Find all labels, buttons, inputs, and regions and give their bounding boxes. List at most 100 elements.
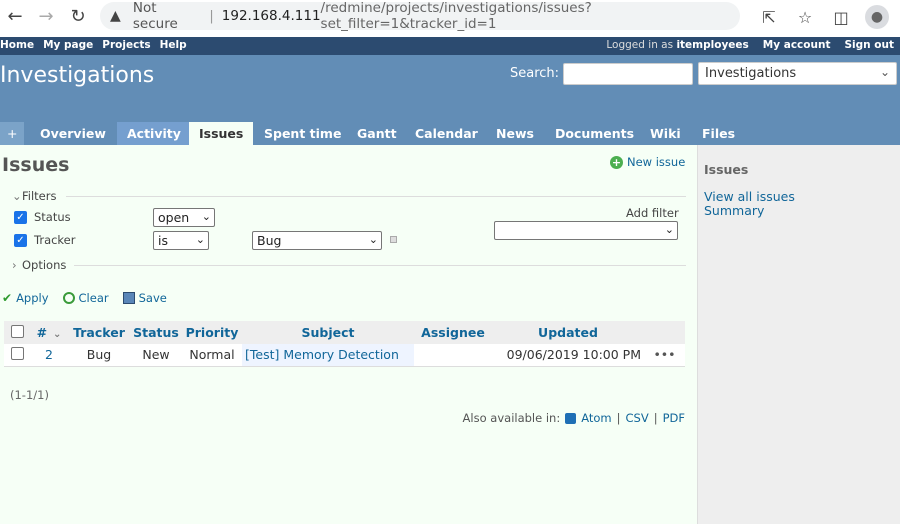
chevron-down-icon: ⌄ xyxy=(368,233,378,246)
toggle-multiselect-icon[interactable] xyxy=(390,236,397,243)
row-checkbox[interactable] xyxy=(10,346,24,360)
sidebar: Issues View all issues Summary xyxy=(697,145,900,524)
issues-table: # ⌄ Tracker Status Priority Subject Assig… xyxy=(4,321,685,367)
user-link[interactable]: itemployees xyxy=(676,39,748,51)
clear-label: Clear xyxy=(78,291,109,305)
forward-arrow-icon[interactable]: → xyxy=(31,1,61,31)
share-icon[interactable]: ⇱ xyxy=(754,3,784,31)
sidebar-title: Issues xyxy=(704,162,749,177)
url-host: 192.168.4.111 xyxy=(221,8,321,24)
pdf-link[interactable]: PDF xyxy=(663,411,685,425)
top-menu-help[interactable]: Help xyxy=(160,39,187,51)
my-account-link[interactable]: My account xyxy=(763,39,831,51)
not-secure-label: Not secure xyxy=(132,0,178,32)
filters-legend[interactable]: ⌄Filters xyxy=(12,189,56,203)
column-priority[interactable]: Priority xyxy=(182,321,242,344)
filter-row-tracker: ✓ Tracker xyxy=(14,233,76,247)
project-jump-select[interactable]: Investigations ⌄ xyxy=(698,62,898,85)
tab-issues[interactable]: Issues xyxy=(189,122,254,145)
warning-icon: ▲ xyxy=(110,8,121,24)
check-icon: ✔ xyxy=(2,291,13,305)
select-all-checkbox[interactable] xyxy=(10,324,24,338)
chevron-down-icon: ⌄ xyxy=(201,210,211,223)
tab-gantt[interactable]: Gantt xyxy=(347,122,407,145)
url-path: /redmine/projects/investigations/issues?… xyxy=(320,0,592,32)
back-arrow-icon[interactable]: ← xyxy=(0,1,30,31)
tab-activity[interactable]: Activity xyxy=(117,122,191,145)
column-tracker[interactable]: Tracker xyxy=(68,321,130,344)
options-legend-label: Options xyxy=(22,258,67,272)
issue-actions-button[interactable]: ••• xyxy=(644,344,685,367)
tab-calendar[interactable]: Calendar xyxy=(405,122,488,145)
tracker-operator-select[interactable]: is ⌄ xyxy=(153,231,209,250)
apply-label: Apply xyxy=(16,291,49,305)
atom-link[interactable]: Atom xyxy=(581,411,611,425)
search-input[interactable] xyxy=(563,62,694,85)
top-menu-home[interactable]: Home xyxy=(0,39,34,51)
column-id-label: # xyxy=(36,325,48,340)
clear-button[interactable]: Clear xyxy=(62,291,109,305)
column-actions xyxy=(644,321,685,344)
top-menu-left: Home My page Projects Help xyxy=(0,39,187,51)
tab-spent-time[interactable]: Spent time xyxy=(254,122,351,145)
issue-id-link[interactable]: 2 xyxy=(45,347,53,362)
add-filter-select[interactable]: ⌄ xyxy=(494,221,678,240)
tab-wiki[interactable]: Wiki xyxy=(640,122,691,145)
filter-status-label: Status xyxy=(34,210,71,224)
select-all-header xyxy=(4,321,30,344)
browser-actions: ⇱ ☆ ◫ ● xyxy=(754,3,892,31)
feed-icon xyxy=(565,412,577,424)
column-assignee[interactable]: Assignee xyxy=(414,321,492,344)
issue-assignee xyxy=(414,344,492,367)
reload-icon[interactable]: ↻ xyxy=(63,1,93,31)
format-separator: | xyxy=(616,411,621,425)
tab-files[interactable]: Files xyxy=(692,122,745,145)
chevron-right-icon: › xyxy=(12,258,17,272)
filter-status-checkbox[interactable]: ✓ xyxy=(14,210,27,224)
content: Issues + New issue ⌄Filters ✓ Status ope… xyxy=(0,145,697,524)
status-operator-select[interactable]: open ⌄ xyxy=(153,208,215,227)
save-button[interactable]: Save xyxy=(122,291,167,305)
filters-legend-label: Filters xyxy=(22,189,57,203)
new-issue-label: New issue xyxy=(627,155,686,169)
side-panel-icon[interactable]: ◫ xyxy=(826,3,856,31)
top-menu-projects[interactable]: Projects xyxy=(102,39,150,51)
sidebar-link-summary[interactable]: Summary xyxy=(704,203,764,218)
new-issue-link[interactable]: + New issue xyxy=(610,155,685,169)
chevron-down-icon: ⌄ xyxy=(195,233,205,246)
issue-priority: Normal xyxy=(182,344,242,367)
filter-tracker-checkbox[interactable]: ✓ xyxy=(14,233,27,247)
page-title: Issues xyxy=(2,154,70,176)
tab-documents[interactable]: Documents xyxy=(545,122,644,145)
project-title: Investigations xyxy=(0,63,155,88)
table-row[interactable]: 2 Bug New Normal [Test] Memory Detection… xyxy=(4,344,685,367)
profile-button[interactable]: ● xyxy=(862,3,892,31)
options-legend[interactable]: › Options xyxy=(12,258,66,272)
quick-search: Search: Investigations ⌄ xyxy=(510,62,898,85)
row-select-cell xyxy=(4,344,30,367)
avatar-icon: ● xyxy=(865,5,889,29)
tab-news[interactable]: News xyxy=(486,122,544,145)
save-label: Save xyxy=(138,291,167,305)
top-menu: Home My page Projects Help Logged in as … xyxy=(0,37,900,55)
apply-button[interactable]: ✔ Apply xyxy=(2,291,49,305)
column-subject[interactable]: Subject xyxy=(242,321,414,344)
column-status[interactable]: Status xyxy=(130,321,182,344)
column-id[interactable]: # ⌄ xyxy=(30,321,68,344)
table-header-row: # ⌄ Tracker Status Priority Subject Assig… xyxy=(4,321,685,344)
star-icon[interactable]: ☆ xyxy=(790,3,820,31)
address-bar[interactable]: ▲ Not secure | 192.168.4.111/redmine/pro… xyxy=(100,0,740,32)
tracker-value-select[interactable]: Bug ⌄ xyxy=(252,231,382,250)
new-object-button[interactable]: + xyxy=(0,122,25,145)
column-updated[interactable]: Updated xyxy=(492,321,644,344)
chevron-down-icon: ⌄ xyxy=(879,65,891,79)
tab-overview[interactable]: Overview xyxy=(30,122,116,145)
issue-updated: 09/06/2019 10:00 PM xyxy=(492,344,644,367)
issue-subject-link[interactable]: [Test] Memory Detection xyxy=(245,347,399,362)
sign-out-link[interactable]: Sign out xyxy=(844,39,894,51)
query-buttons: ✔ Apply Clear Save xyxy=(2,291,167,305)
sidebar-link-view-all-issues[interactable]: View all issues xyxy=(704,189,795,204)
csv-link[interactable]: CSV xyxy=(626,411,649,425)
chevron-down-icon: ⌄ xyxy=(12,189,22,203)
top-menu-my-page[interactable]: My page xyxy=(43,39,93,51)
